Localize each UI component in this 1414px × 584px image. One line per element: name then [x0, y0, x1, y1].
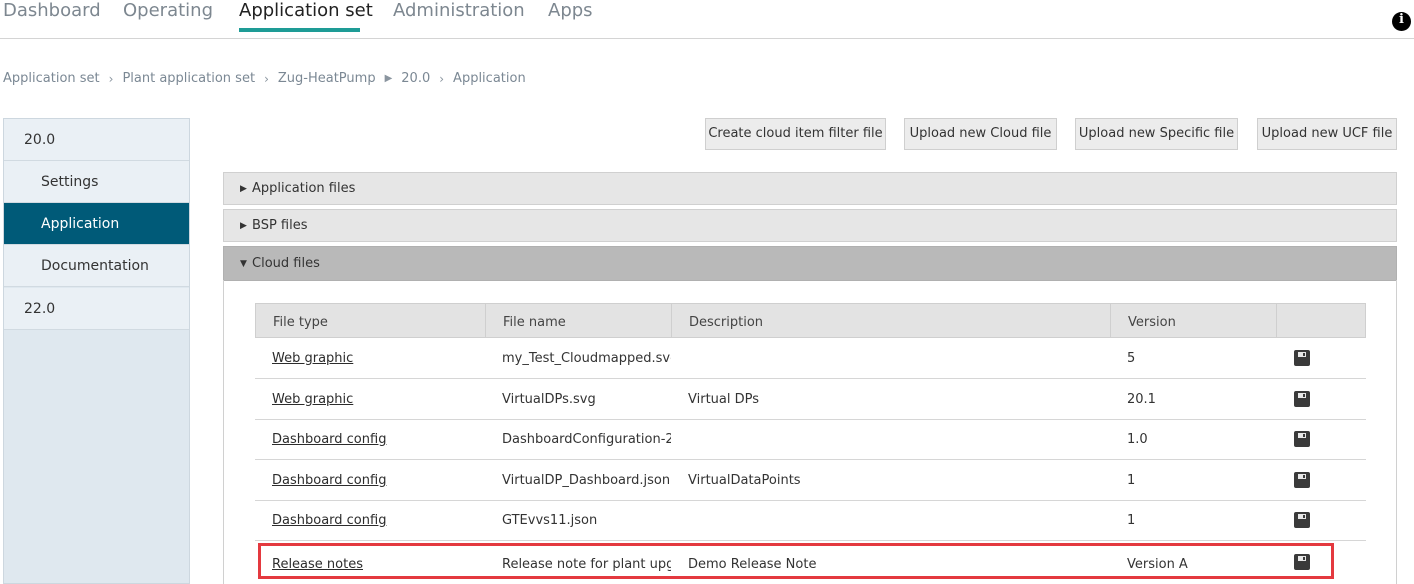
upload-cloud-file-button[interactable]: Upload new Cloud file	[904, 118, 1057, 150]
file-name: DashboardConfiguration-20	[502, 432, 671, 447]
file-name: GTEvvs11.json	[502, 513, 598, 528]
column-description[interactable]: Description	[672, 304, 1111, 337]
version: 1.0	[1127, 432, 1148, 447]
section-title: Application files	[252, 181, 356, 196]
tab-application-set[interactable]: Application set	[239, 0, 373, 22]
breadcrumb-current: Application	[453, 71, 526, 86]
description: Demo Release Note	[688, 557, 817, 572]
file-type-link[interactable]: Dashboard config	[255, 420, 485, 460]
table-row-release-notes: Release notes Release note for plant upg…	[255, 545, 1366, 584]
file-name: VirtualDPs.svg	[502, 392, 596, 407]
column-version[interactable]: Version	[1111, 304, 1277, 337]
caret-down-icon: ▼	[240, 259, 247, 269]
sidebar-item-application[interactable]: Application	[4, 203, 189, 245]
breadcrumb-item[interactable]: Application set	[3, 71, 100, 86]
file-name: my_Test_Cloudmapped.svg	[502, 351, 671, 366]
version: 1	[1127, 473, 1136, 488]
breadcrumb: Application set › Plant application set › Zu…	[3, 71, 526, 86]
top-navigation: Dashboard Operating Application set Admi…	[0, 0, 1414, 39]
table-row: Dashboard config DashboardConfiguration-…	[255, 420, 1366, 460]
chevron-right-icon: ›	[108, 71, 114, 86]
tab-administration[interactable]: Administration	[393, 0, 525, 22]
active-tab-indicator	[239, 28, 360, 32]
description	[671, 501, 1110, 541]
file-type-link[interactable]: Dashboard config	[255, 461, 485, 501]
upload-ucf-file-button[interactable]: Upload new UCF file	[1257, 118, 1397, 150]
file-type-link[interactable]: Web graphic	[255, 380, 485, 420]
breadcrumb-item[interactable]: Zug-HeatPump	[278, 71, 376, 86]
tab-dashboard[interactable]: Dashboard	[3, 0, 101, 22]
file-type-link[interactable]: Web graphic	[255, 339, 485, 379]
description: VirtualDataPoints	[688, 473, 801, 488]
table-row: Web graphic my_Test_Cloudmapped.svg 5	[255, 339, 1366, 379]
file-name: Release note for plant upgrade	[502, 557, 671, 572]
version: 1	[1127, 513, 1136, 528]
column-actions	[1277, 304, 1365, 337]
version: 20.1	[1127, 392, 1156, 407]
table-row: Web graphic VirtualDPs.svg Virtual DPs 2…	[255, 380, 1366, 420]
section-cloud-files[interactable]: ▼ Cloud files	[223, 246, 1397, 281]
create-cloud-item-filter-button[interactable]: Create cloud item filter file	[705, 118, 886, 150]
table-row: Dashboard config GTEvvs11.json 1	[255, 501, 1366, 541]
breadcrumb-item[interactable]: 20.0	[401, 71, 430, 86]
sidebar-item-version-22[interactable]: 22.0	[4, 288, 189, 330]
sidebar-item-version-20[interactable]: 20.0	[4, 119, 189, 161]
table-header: File type File name Description Version	[255, 303, 1366, 338]
sidebar-item-documentation[interactable]: Documentation	[4, 245, 189, 287]
chevron-right-icon: ›	[439, 71, 445, 86]
caret-right-icon: ▶	[240, 221, 247, 231]
sidebar: 20.0 Settings Application Documentation …	[3, 118, 190, 584]
sidebar-item-settings[interactable]: Settings	[4, 161, 189, 203]
save-icon[interactable]	[1294, 512, 1310, 528]
tab-operating[interactable]: Operating	[123, 0, 213, 22]
section-title: BSP files	[252, 218, 308, 233]
save-icon[interactable]	[1294, 472, 1310, 488]
column-file-name[interactable]: File name	[486, 304, 672, 337]
file-type-link[interactable]: Dashboard config	[255, 501, 485, 541]
tab-apps[interactable]: Apps	[548, 0, 593, 22]
save-icon[interactable]	[1294, 391, 1310, 407]
chevron-right-icon: ›	[264, 71, 269, 86]
column-file-type[interactable]: File type	[256, 304, 486, 337]
save-icon[interactable]	[1294, 554, 1310, 570]
section-title: Cloud files	[252, 256, 320, 271]
save-icon[interactable]	[1294, 350, 1310, 366]
version: 5	[1127, 351, 1136, 366]
description: Virtual DPs	[688, 392, 760, 407]
file-type-link[interactable]: Release notes	[255, 545, 485, 584]
version: Version A	[1127, 557, 1188, 572]
caret-right-icon: ▶	[240, 184, 247, 194]
description	[671, 420, 1110, 460]
upload-specific-file-button[interactable]: Upload new Specific file	[1075, 118, 1238, 150]
info-icon[interactable]	[1392, 12, 1411, 31]
triangle-right-icon: ▶	[384, 73, 393, 84]
section-bsp-files[interactable]: ▶ BSP files	[223, 209, 1397, 242]
description	[671, 339, 1110, 379]
breadcrumb-item[interactable]: Plant application set	[122, 71, 255, 86]
section-application-files[interactable]: ▶ Application files	[223, 172, 1397, 205]
table-row: Dashboard config VirtualDP_Dashboard.jso…	[255, 461, 1366, 501]
save-icon[interactable]	[1294, 431, 1310, 447]
file-name: VirtualDP_Dashboard.json	[502, 473, 671, 488]
